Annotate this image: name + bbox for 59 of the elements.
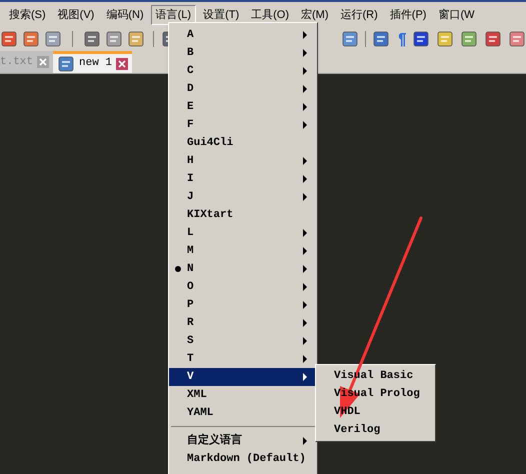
menu-option[interactable]: H <box>169 152 317 170</box>
submenu-arrow-icon <box>303 265 307 273</box>
close-icon[interactable] <box>37 56 50 68</box>
tab-label: new 1 <box>79 56 112 72</box>
close-icon[interactable] <box>116 58 128 70</box>
menu-option[interactable]: Markdown (Default) <box>169 450 317 468</box>
menu-item[interactable]: 插件(P) <box>384 5 432 25</box>
menu-option[interactable]: P <box>169 296 317 314</box>
submenu-arrow-icon <box>303 373 307 381</box>
menu-item[interactable]: 窗口(W <box>433 5 480 25</box>
submenu-arrow-icon <box>303 49 307 57</box>
menu-option[interactable]: J <box>169 188 317 206</box>
menu-option[interactable]: D <box>169 80 317 98</box>
menu-option[interactable]: C <box>169 62 317 80</box>
menu-item[interactable]: 工具(O) <box>246 5 294 25</box>
submenu-arrow-icon <box>303 247 307 255</box>
menu-option[interactable]: E <box>169 98 317 116</box>
menu-option[interactable]: Gui4Cli <box>169 134 317 152</box>
menu-option[interactable]: B <box>169 44 317 62</box>
submenu-arrow-icon <box>303 67 307 75</box>
submenu-arrow-icon <box>303 175 307 183</box>
submenu-arrow-icon <box>303 157 307 165</box>
menu-option[interactable]: Verilog <box>316 421 435 439</box>
menu-option[interactable]: I <box>169 170 317 188</box>
submenu-arrow-icon <box>303 85 307 93</box>
menu-option[interactable]: YAML <box>169 404 317 422</box>
menu-option[interactable]: V <box>169 368 317 386</box>
submenu-arrow-icon <box>303 301 307 309</box>
submenu-arrow-icon <box>303 121 307 129</box>
menu-option[interactable]: 自定义语言 <box>169 432 317 450</box>
menu-item[interactable]: 设置(T) <box>198 5 244 25</box>
submenu-arrow-icon <box>303 337 307 345</box>
menu-option[interactable]: L <box>169 224 317 242</box>
tab-label: t.txt <box>0 54 34 70</box>
submenu-arrow-icon <box>303 319 307 327</box>
menu-option[interactable]: XML <box>169 386 317 404</box>
submenu-arrow-icon <box>303 31 307 39</box>
menu-option[interactable]: O <box>169 278 317 296</box>
menu-item[interactable]: 运行(R) <box>336 5 383 25</box>
menu-option[interactable]: R <box>169 314 317 332</box>
menu-item[interactable]: 搜索(S) <box>4 5 51 25</box>
menu-option[interactable]: M <box>169 242 317 260</box>
submenu-arrow-icon <box>303 229 307 237</box>
submenu-arrow-icon <box>303 355 307 363</box>
pilcrow-icon[interactable] <box>396 31 406 47</box>
menu-option[interactable]: KIXtart <box>169 206 317 224</box>
bullet-icon <box>175 266 181 272</box>
file-tab[interactable]: new 1 <box>53 51 132 73</box>
submenu-arrow-icon <box>303 437 307 445</box>
menu-item[interactable]: 宏(M) <box>296 5 334 25</box>
menu-item[interactable]: 编码(N) <box>101 5 149 25</box>
menu-option[interactable]: F <box>169 116 317 134</box>
submenu-arrow-icon <box>303 103 307 111</box>
menu-option[interactable]: S <box>169 332 317 350</box>
menu-option[interactable]: N <box>169 260 317 278</box>
submenu-arrow-icon <box>303 193 307 201</box>
menu-item[interactable]: 视图(V) <box>52 5 100 25</box>
submenu-arrow-icon <box>303 283 307 291</box>
menu-option[interactable]: T <box>169 350 317 368</box>
